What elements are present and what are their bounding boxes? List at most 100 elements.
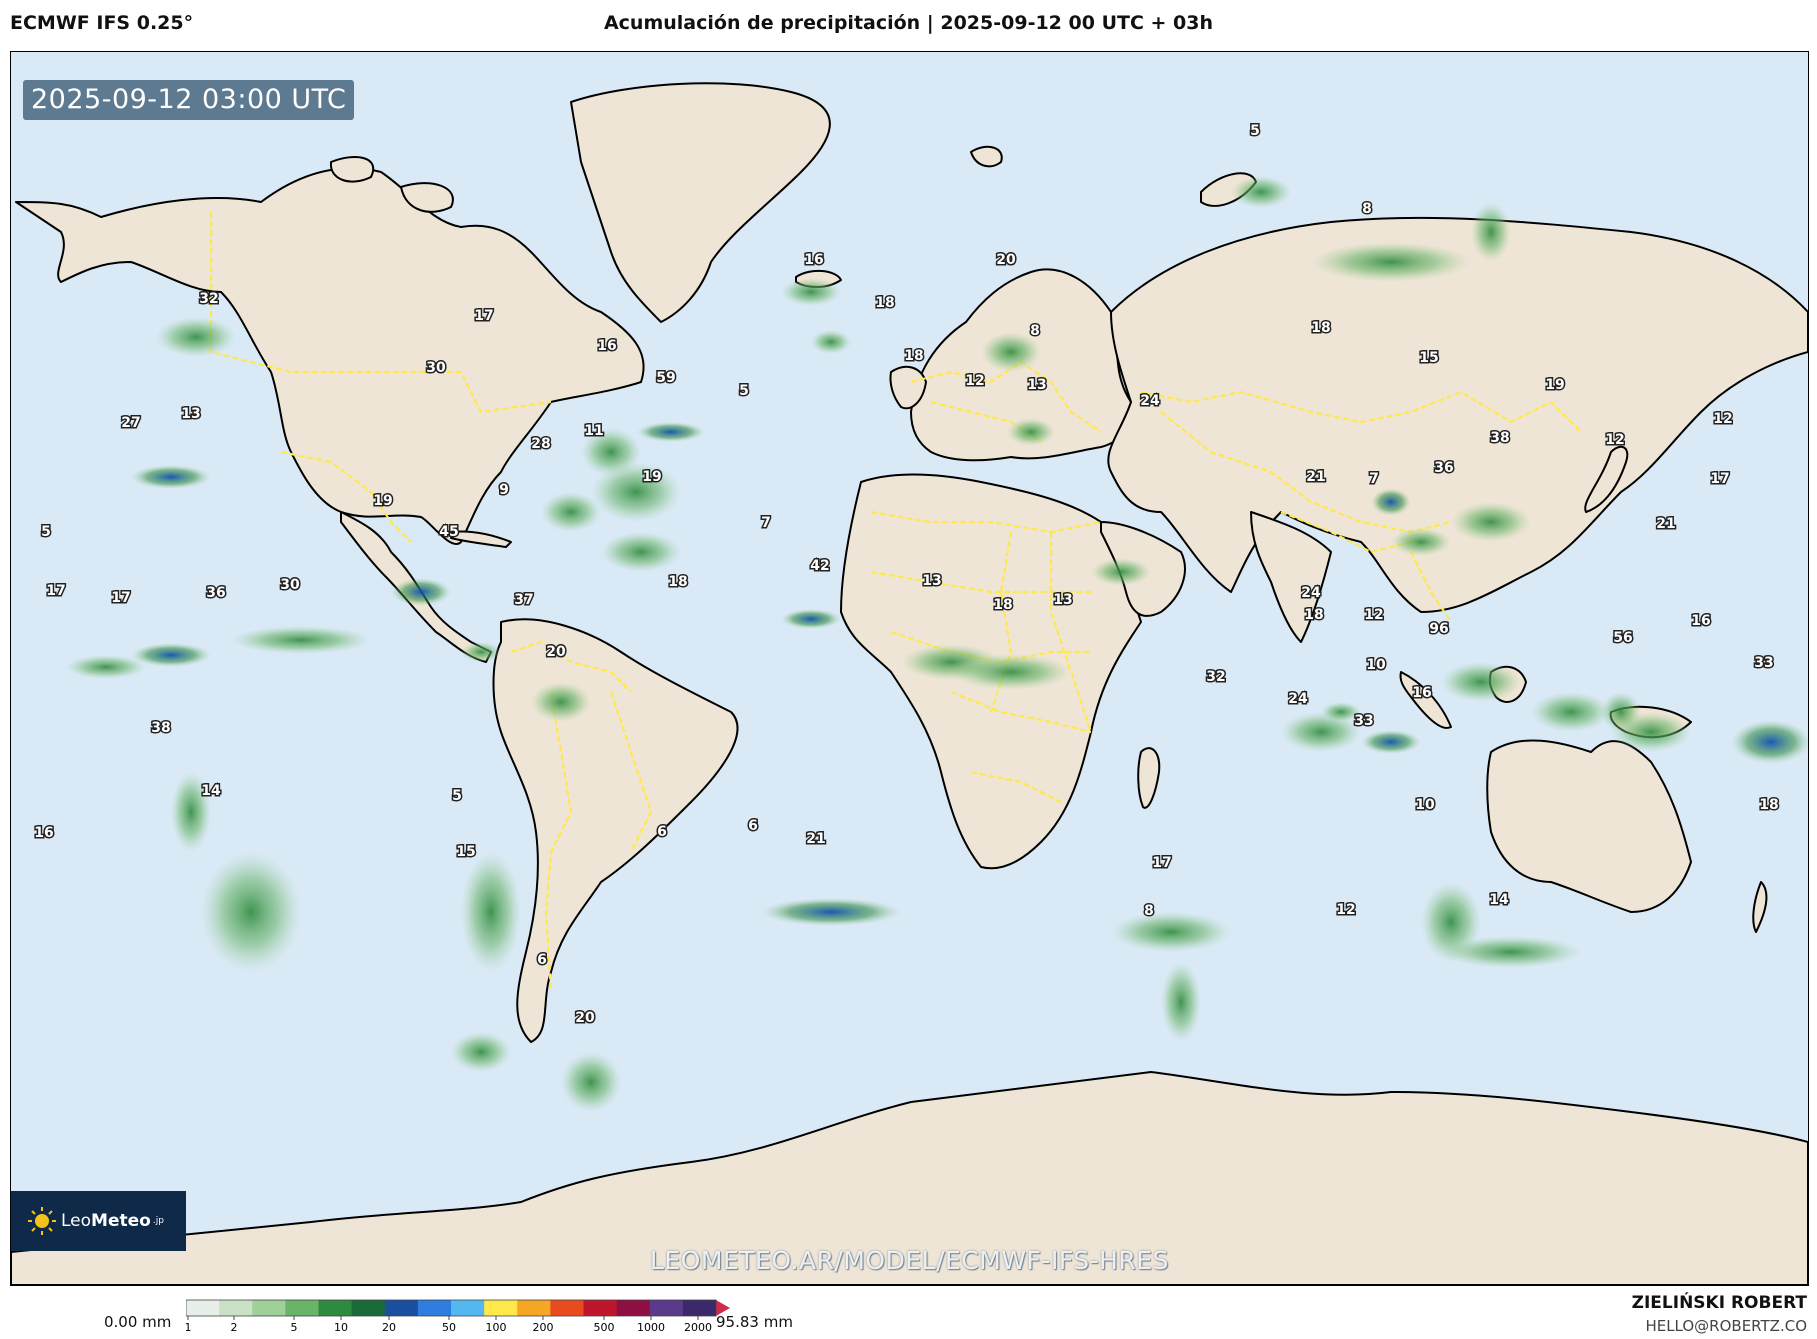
precip-patch [601, 532, 681, 572]
colorbar-bins [186, 1299, 730, 1317]
precip-value-label: 96 [1429, 621, 1448, 637]
precip-value-label: 18 [668, 574, 687, 590]
precip-value-label: 8 [1144, 903, 1154, 919]
precip-value-label: 33 [1754, 655, 1773, 671]
precip-value-label: 10 [1366, 657, 1386, 673]
colorbar-bin [186, 1300, 220, 1316]
colorbar-bin [616, 1300, 651, 1316]
colorbar-bin [252, 1300, 286, 1316]
precip-patch [1007, 418, 1055, 446]
colorbar-tick-label: 5 [291, 1321, 298, 1334]
colorbar-tick-label: 100 [486, 1321, 507, 1334]
precip-value-label: 20 [996, 252, 1016, 268]
colorbar-tick-label: 2 [231, 1321, 238, 1334]
precip-value-label: 13 [181, 406, 200, 422]
precip-value-label: 18 [993, 597, 1012, 613]
colorbar-max-label: 95.83 mm [716, 1313, 793, 1331]
precip-value-label: 36 [206, 585, 225, 601]
precip-value-label: 13 [1027, 377, 1046, 393]
precipitation-map[interactable]: 5 8 20 16 18 32 17 16 30 59 5 18 12 8 13 24 18 15 19 27 13 28… [10, 51, 1809, 1286]
precip-value-label: 21 [1306, 469, 1325, 485]
precip-value-label: 16 [1691, 613, 1710, 629]
author-name: ZIELIŃSKI ROBERT [1631, 1293, 1807, 1313]
colorbar-bin [318, 1300, 353, 1316]
precip-value-label: 24 [1288, 691, 1308, 707]
precip-value-label: 12 [965, 373, 984, 389]
precip-value-label: 11 [584, 423, 603, 439]
precip-patch [637, 422, 705, 442]
precip-value-label: 27 [121, 415, 140, 431]
sun-icon [27, 1206, 57, 1236]
colorbar-tick-label: 20 [382, 1321, 396, 1334]
precip-value-label: 21 [806, 831, 825, 847]
colorbar-tick-label: 500 [594, 1321, 615, 1334]
colorbar-bin [682, 1300, 717, 1316]
precip-patch [1091, 558, 1151, 586]
colorbar-bin [583, 1300, 618, 1316]
precip-value-label: 16 [1412, 685, 1431, 701]
precip-patch [1451, 502, 1531, 542]
logo-name-bold: Meteo [91, 1211, 151, 1231]
precip-patch [1391, 528, 1451, 556]
colorbar-tick-label: 1 [186, 1321, 192, 1334]
precip-value-label: 13 [922, 573, 941, 589]
precip-value-label: 36 [1434, 460, 1453, 476]
precip-value-label: 32 [1206, 669, 1225, 685]
precip-value-label: 45 [439, 524, 458, 540]
precip-patch [451, 1032, 511, 1072]
valid-time-badge: 2025-09-12 03:00 UTC [23, 80, 355, 120]
precip-value-label: 18 [875, 295, 894, 311]
precip-patch [1111, 912, 1231, 952]
precip-value-label: 8 [1362, 201, 1372, 217]
precip-value-label: 16 [597, 338, 616, 354]
precip-patch [531, 682, 591, 722]
precip-value-label: 6 [537, 952, 547, 968]
precip-value-label: 16 [34, 825, 53, 841]
precip-value-label: 30 [426, 360, 446, 376]
precip-value-label: 42 [810, 558, 829, 574]
precip-value-label: 56 [1613, 630, 1632, 646]
precip-value-label: 15 [456, 844, 475, 860]
precip-value-label: 16 [804, 252, 823, 268]
precip-patch [761, 898, 901, 926]
precip-value-label: 32 [199, 291, 218, 307]
precip-value-label: 5 [739, 383, 749, 399]
precip-value-label: 20 [575, 1010, 595, 1026]
precip-patch [1231, 176, 1291, 208]
precip-patch [1531, 692, 1611, 732]
precip-patch [541, 492, 601, 532]
colorbar-tick-label: 200 [533, 1321, 554, 1334]
precip-patch [1471, 202, 1511, 262]
precip-value-label: 5 [1250, 123, 1260, 139]
source-url-watermark: LEOMETEO.AR/MODEL/ECMWF-IFS-HRES [650, 1246, 1169, 1275]
colorbar-bin [484, 1300, 518, 1316]
precip-value-label: 6 [657, 824, 667, 840]
precip-patch [131, 465, 211, 489]
precip-value-label: 8 [1030, 323, 1040, 339]
colorbar-tick-label: 1000 [637, 1321, 665, 1334]
author-email[interactable]: HELLO@ROBERTZ.CO [1645, 1317, 1807, 1335]
precip-value-label: 18 [904, 348, 923, 364]
precip-value-label: 24 [1301, 585, 1321, 601]
colorbar-bin [285, 1300, 319, 1316]
precip-colorbar: 1 2 5 10 20 50 100 200 500 1000 2000 [186, 1299, 730, 1334]
precip-value-label: 12 [1605, 432, 1624, 448]
logo-name-light: Leo [61, 1211, 92, 1231]
colorbar-bin [219, 1300, 253, 1316]
precip-patch [1311, 242, 1471, 282]
precip-value-label: 17 [111, 590, 130, 606]
precip-value-label: 5 [41, 524, 51, 540]
precip-value-label: 12 [1713, 411, 1732, 427]
precip-value-label: 6 [748, 818, 758, 834]
precip-patch [201, 852, 301, 972]
precip-value-label: 24 [1140, 393, 1160, 409]
precip-patch [156, 317, 236, 357]
colorbar-bin [451, 1300, 485, 1316]
precip-value-label: 18 [1311, 320, 1330, 336]
leometeo-logo[interactable]: LeoMeteo .jp [11, 1191, 186, 1251]
colorbar-bin [517, 1300, 551, 1316]
colorbar-tick-label: 50 [442, 1321, 456, 1334]
colorbar-ticks: 1 2 5 10 20 50 100 200 500 1000 2000 [186, 1316, 712, 1334]
precip-value-label: 14 [201, 783, 221, 799]
precip-value-label: 19 [373, 493, 392, 509]
